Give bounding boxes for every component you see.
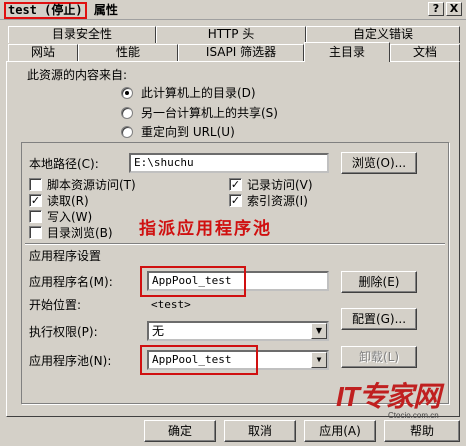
- app-settings-heading: 应用程序设置: [29, 249, 102, 263]
- watermark-url: Ctocio.com.cn: [388, 411, 439, 420]
- highlight-app-pool: [140, 345, 258, 375]
- configure-button[interactable]: 配置(G)...: [341, 308, 417, 330]
- ok-button[interactable]: 确定: [144, 420, 216, 442]
- tab-http-headers[interactable]: HTTP 头: [156, 26, 306, 43]
- local-path-input[interactable]: E:\shuchu: [129, 153, 329, 173]
- checkbox-index-resource-label: 索引资源(I): [247, 194, 308, 208]
- radio-redirect-url[interactable]: [121, 126, 133, 138]
- checkbox-log-visits[interactable]: ✓: [229, 178, 242, 191]
- tab-home-directory[interactable]: 主目录: [304, 42, 390, 62]
- highlight-app-name: [140, 266, 246, 297]
- tab-performance[interactable]: 性能: [78, 44, 178, 61]
- help-button[interactable]: ?: [428, 2, 444, 16]
- site-name-highlight: test (停止): [4, 2, 87, 19]
- tab-documents[interactable]: 文档: [390, 44, 460, 61]
- checkbox-write-label: 写入(W): [47, 210, 93, 224]
- local-path-label: 本地路径(C):: [29, 157, 99, 171]
- radio-network-share-label: 另一台计算机上的共享(S): [141, 106, 278, 120]
- checkbox-log-visits-label: 记录访问(V): [247, 178, 313, 192]
- tab-custom-errors[interactable]: 自定义错误: [306, 26, 460, 43]
- apply-button[interactable]: 应用(A): [304, 420, 376, 442]
- watermark-brand: IT专家网: [336, 381, 441, 412]
- chevron-down-icon[interactable]: ▼: [311, 323, 327, 339]
- title-suffix: 属性: [93, 3, 118, 17]
- start-location-value: <test>: [151, 298, 191, 311]
- properties-dialog: test (停止) 属性 ? X 目录安全性 HTTP 头 自定义错误 网站 性…: [0, 0, 466, 446]
- radio-network-share[interactable]: [121, 107, 133, 119]
- radio-local-directory[interactable]: [121, 87, 133, 99]
- tab-row-back: 目录安全性 HTTP 头 自定义错误: [8, 26, 460, 43]
- browse-button[interactable]: 浏览(O)...: [341, 152, 417, 174]
- exec-permission-value: 无: [152, 324, 165, 338]
- exec-permission-label: 执行权限(P):: [29, 325, 98, 339]
- close-button[interactable]: X: [446, 2, 462, 16]
- window-title: test (停止) 属性: [4, 2, 118, 19]
- checkbox-index-resource[interactable]: ✓: [229, 194, 242, 207]
- unload-button: 卸载(L): [341, 346, 417, 368]
- exec-permission-select[interactable]: 无 ▼: [147, 321, 329, 341]
- cancel-button[interactable]: 取消: [224, 420, 296, 442]
- tab-isapi-filters[interactable]: ISAPI 筛选器: [178, 44, 304, 61]
- annotation-assign-app-pool: 指派应用程序池: [139, 219, 272, 239]
- checkbox-script-source-label: 脚本资源访问(T): [47, 178, 136, 192]
- tab-website[interactable]: 网站: [8, 44, 78, 61]
- tab-directory-security[interactable]: 目录安全性: [8, 26, 156, 43]
- app-name-label: 应用程序名(M):: [29, 275, 113, 289]
- title-bar: test (停止) 属性 ? X: [0, 0, 466, 20]
- content-source-heading: 此资源的内容来自:: [27, 68, 128, 82]
- app-pool-label: 应用程序池(N):: [29, 354, 112, 368]
- checkbox-script-source[interactable]: [29, 178, 42, 191]
- tab-row-front: 网站 性能 ISAPI 筛选器 主目录 文档: [8, 42, 460, 62]
- radio-local-directory-label: 此计算机上的目录(D): [141, 86, 256, 100]
- start-location-label: 开始位置:: [29, 298, 82, 312]
- radio-redirect-url-label: 重定向到 URL(U): [141, 125, 235, 139]
- checkbox-directory-browsing[interactable]: [29, 226, 42, 239]
- checkbox-read[interactable]: ✓: [29, 194, 42, 207]
- chevron-down-icon[interactable]: ▼: [311, 352, 327, 368]
- help-footer-button[interactable]: 帮助: [384, 420, 460, 442]
- checkbox-write[interactable]: [29, 210, 42, 223]
- checkbox-read-label: 读取(R): [47, 194, 89, 208]
- checkbox-directory-browsing-label: 目录浏览(B): [47, 226, 113, 240]
- divider: [25, 243, 445, 245]
- remove-button[interactable]: 删除(E): [341, 271, 417, 293]
